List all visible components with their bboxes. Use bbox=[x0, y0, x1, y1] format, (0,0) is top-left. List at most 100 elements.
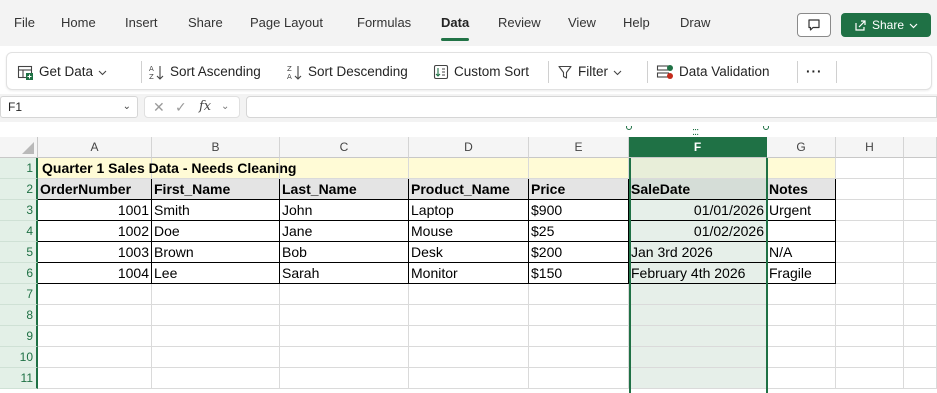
cell[interactable] bbox=[529, 284, 629, 305]
tab-insert[interactable]: Insert bbox=[125, 13, 158, 33]
table-cell[interactable]: Fragile bbox=[767, 263, 836, 284]
row-header-1[interactable]: 1 bbox=[0, 158, 38, 179]
cell[interactable] bbox=[280, 305, 409, 326]
table-cell[interactable]: 01/02/2026 bbox=[629, 221, 767, 242]
name-box[interactable]: F1 ⌄ bbox=[0, 96, 138, 118]
cell[interactable] bbox=[629, 326, 767, 347]
column-header-a[interactable]: A bbox=[38, 137, 152, 158]
table-cell[interactable]: 01/01/2026 bbox=[629, 200, 767, 221]
header-cell[interactable]: Price bbox=[529, 179, 629, 200]
row-header-7[interactable]: 7 bbox=[0, 284, 38, 305]
cell[interactable] bbox=[629, 305, 767, 326]
cell[interactable] bbox=[629, 284, 767, 305]
cell[interactable] bbox=[409, 347, 529, 368]
cell[interactable] bbox=[904, 200, 937, 221]
table-cell[interactable]: Jan 3rd 2026 bbox=[629, 242, 767, 263]
cell[interactable] bbox=[836, 242, 904, 263]
cell[interactable] bbox=[280, 326, 409, 347]
cell[interactable] bbox=[38, 305, 152, 326]
cell[interactable] bbox=[904, 221, 937, 242]
row-header-3[interactable]: 3 bbox=[0, 200, 38, 221]
table-cell[interactable]: N/A bbox=[767, 242, 836, 263]
filter-button[interactable]: Filter bbox=[557, 61, 622, 83]
table-cell[interactable]: John bbox=[280, 200, 409, 221]
table-cell[interactable]: Desk bbox=[409, 242, 529, 263]
cell[interactable] bbox=[409, 158, 529, 179]
tab-review[interactable]: Review bbox=[498, 13, 541, 33]
table-cell[interactable]: $150 bbox=[529, 263, 629, 284]
table-cell[interactable]: 1002 bbox=[38, 221, 152, 242]
row-header-9[interactable]: 9 bbox=[0, 326, 38, 347]
table-cell[interactable]: Urgent bbox=[767, 200, 836, 221]
tab-draw[interactable]: Draw bbox=[680, 13, 710, 33]
header-cell[interactable]: First_Name bbox=[152, 179, 280, 200]
tab-help[interactable]: Help bbox=[623, 13, 650, 33]
column-header-c[interactable]: C bbox=[280, 137, 409, 158]
cell[interactable] bbox=[529, 326, 629, 347]
cell[interactable] bbox=[836, 347, 904, 368]
cell[interactable] bbox=[409, 284, 529, 305]
table-cell[interactable]: 1001 bbox=[38, 200, 152, 221]
cell[interactable] bbox=[767, 326, 836, 347]
cell[interactable] bbox=[38, 347, 152, 368]
tab-view[interactable]: View bbox=[568, 13, 596, 33]
row-header-2[interactable]: 2 bbox=[0, 179, 38, 200]
cell[interactable] bbox=[904, 305, 937, 326]
cell[interactable] bbox=[904, 347, 937, 368]
check-icon[interactable]: ✓ bbox=[175, 97, 187, 117]
chevron-down-icon[interactable]: ⌄ bbox=[123, 97, 131, 117]
tab-data[interactable]: Data bbox=[441, 13, 470, 41]
tab-formulas[interactable]: Formulas bbox=[357, 13, 411, 33]
column-header-g[interactable]: G bbox=[767, 137, 836, 158]
get-data-button[interactable]: Get Data bbox=[17, 61, 107, 83]
table-cell[interactable]: $900 bbox=[529, 200, 629, 221]
formula-input[interactable] bbox=[246, 96, 937, 118]
cell[interactable] bbox=[529, 347, 629, 368]
more-options-button[interactable]: ··· bbox=[806, 61, 823, 83]
row-header-10[interactable]: 10 bbox=[0, 347, 38, 368]
cell[interactable] bbox=[836, 158, 904, 179]
table-cell[interactable]: Doe bbox=[152, 221, 280, 242]
cell[interactable] bbox=[529, 305, 629, 326]
header-cell[interactable]: SaleDate bbox=[629, 179, 767, 200]
header-cell[interactable]: Product_Name bbox=[409, 179, 529, 200]
table-cell[interactable]: Mouse bbox=[409, 221, 529, 242]
tab-share[interactable]: Share bbox=[188, 13, 223, 33]
table-cell[interactable]: $25 bbox=[529, 221, 629, 242]
row-header-11[interactable]: 11 bbox=[0, 368, 38, 389]
cell[interactable] bbox=[904, 368, 937, 389]
select-all-button[interactable] bbox=[0, 137, 38, 158]
header-cell[interactable]: Last_Name bbox=[280, 179, 409, 200]
column-header-i[interactable] bbox=[904, 137, 937, 158]
table-cell[interactable]: Sarah bbox=[280, 263, 409, 284]
table-cell[interactable]: Bob bbox=[280, 242, 409, 263]
column-resize-handle[interactable] bbox=[763, 126, 769, 130]
cell[interactable] bbox=[409, 368, 529, 389]
cell[interactable] bbox=[836, 179, 904, 200]
cell[interactable] bbox=[904, 263, 937, 284]
tab-file[interactable]: File bbox=[14, 13, 35, 33]
chevron-down-icon[interactable]: ⌄ bbox=[221, 97, 229, 117]
table-cell[interactable]: Smith bbox=[152, 200, 280, 221]
row-header-8[interactable]: 8 bbox=[0, 305, 38, 326]
table-cell[interactable]: February 4th 2026 bbox=[629, 263, 767, 284]
header-cell[interactable]: Notes bbox=[767, 179, 836, 200]
cell[interactable] bbox=[836, 200, 904, 221]
insert-function-button[interactable]: fx bbox=[199, 97, 211, 117]
column-header-d[interactable]: D bbox=[409, 137, 529, 158]
cell[interactable] bbox=[836, 221, 904, 242]
cell[interactable] bbox=[529, 158, 629, 179]
column-header-e[interactable]: E bbox=[529, 137, 629, 158]
cell[interactable] bbox=[629, 368, 767, 389]
comments-button[interactable] bbox=[797, 13, 831, 37]
cell[interactable] bbox=[904, 179, 937, 200]
cancel-icon[interactable]: ✕ bbox=[153, 97, 165, 117]
column-header-h[interactable]: H bbox=[836, 137, 904, 158]
sort-ascending-button[interactable]: A Z Sort Ascending bbox=[149, 61, 261, 83]
cell[interactable] bbox=[767, 305, 836, 326]
table-cell[interactable]: Brown bbox=[152, 242, 280, 263]
table-cell[interactable]: Monitor bbox=[409, 263, 529, 284]
cell[interactable] bbox=[836, 368, 904, 389]
cell[interactable] bbox=[152, 305, 280, 326]
row-header-6[interactable]: 6 bbox=[0, 263, 38, 284]
